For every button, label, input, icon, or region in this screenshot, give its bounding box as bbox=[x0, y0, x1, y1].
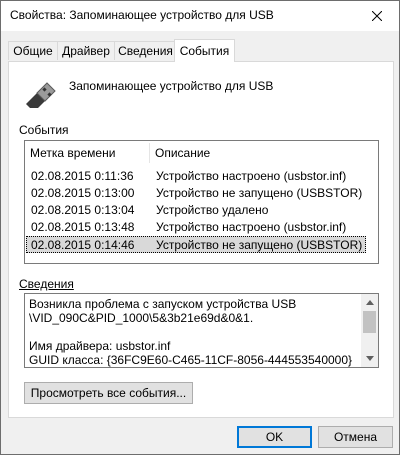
tab-label: Драйвер bbox=[62, 44, 110, 58]
event-time: 02.08.2015 0:13:00 bbox=[31, 186, 135, 200]
tab-driver[interactable]: Драйвер bbox=[57, 41, 115, 60]
tab-label: Сведения bbox=[118, 44, 173, 58]
button-label: Отмена bbox=[333, 430, 378, 444]
device-name: Запоминающее устройство для USB bbox=[69, 79, 274, 93]
scroll-up-icon bbox=[365, 300, 374, 305]
event-description: Устройство не запущено (USBSTOR) bbox=[156, 186, 363, 200]
event-row-selected[interactable]: 02.08.2015 0:14:46 Устройство не запущен… bbox=[26, 236, 366, 253]
tab-label: События bbox=[179, 44, 230, 58]
details-line: \VID_090C&PID_1000\5&3b21e69d&0&1. bbox=[29, 311, 254, 325]
event-description: Устройство не запущено (USBSTOR) bbox=[156, 238, 363, 252]
event-description: Устройство настроено (usbstor.inf) bbox=[156, 169, 347, 183]
event-time: 02.08.2015 0:14:46 bbox=[31, 238, 135, 252]
scroll-thumb[interactable] bbox=[363, 311, 376, 333]
details-group-label: Сведения bbox=[19, 277, 74, 291]
close-button[interactable] bbox=[355, 1, 399, 31]
details-blank-line bbox=[29, 325, 359, 339]
event-row[interactable]: 02.08.2015 0:13:48 Устройство настроено … bbox=[26, 218, 366, 235]
details-text: Возникла проблема с запуском устройства … bbox=[29, 297, 359, 367]
tab-events[interactable]: События bbox=[174, 39, 235, 62]
details-scrollbar[interactable] bbox=[361, 294, 378, 367]
title-bar[interactable]: Свойства: Запоминающее устройство для US… bbox=[1, 1, 399, 31]
cancel-button[interactable]: Отмена bbox=[318, 426, 393, 448]
event-time: 02.08.2015 0:13:48 bbox=[31, 220, 135, 234]
column-header-description[interactable]: Описание bbox=[150, 141, 375, 165]
events-list[interactable]: Метка времени Описание 02.08.2015 0:11:3… bbox=[24, 140, 379, 264]
column-header-label: Метка времени bbox=[30, 146, 116, 160]
event-description: Устройство настроено (usbstor.inf) bbox=[156, 220, 347, 234]
event-description: Устройство удалено bbox=[156, 203, 269, 217]
view-all-events-button[interactable]: Просмотреть все события... bbox=[24, 382, 193, 404]
usb-device-icon bbox=[26, 82, 56, 108]
column-header-timestamp[interactable]: Метка времени bbox=[25, 141, 154, 165]
event-row[interactable]: 02.08.2015 0:11:36 Устройство настроено … bbox=[26, 167, 366, 184]
tab-details[interactable]: Сведения bbox=[114, 41, 177, 60]
tab-label: Общие bbox=[13, 44, 53, 58]
event-time: 02.08.2015 0:13:04 bbox=[31, 203, 135, 217]
scroll-down-icon bbox=[365, 356, 374, 361]
scroll-down-button[interactable] bbox=[361, 350, 378, 367]
details-textbox[interactable]: Возникла проблема с запуском устройства … bbox=[24, 293, 379, 368]
event-row[interactable]: 02.08.2015 0:13:04 Устройство удалено bbox=[26, 201, 366, 218]
button-label: Просмотреть все события... bbox=[30, 386, 187, 400]
details-label-text: Сведения bbox=[19, 277, 74, 291]
events-group-label: События bbox=[19, 123, 69, 137]
properties-dialog: Свойства: Запоминающее устройство для US… bbox=[0, 0, 400, 455]
details-line: Имя драйвера: usbstor.inf bbox=[29, 339, 171, 353]
column-header-label: Описание bbox=[155, 146, 211, 160]
ok-button[interactable]: OK bbox=[237, 426, 312, 448]
tab-general[interactable]: Общие bbox=[8, 41, 58, 60]
event-row[interactable]: 02.08.2015 0:13:00 Устройство не запущен… bbox=[26, 184, 366, 201]
close-icon bbox=[372, 11, 382, 21]
button-label: OK bbox=[265, 430, 284, 444]
window-title: Свойства: Запоминающее устройство для US… bbox=[10, 8, 274, 22]
details-line: Возникла проблема с запуском устройства … bbox=[29, 297, 297, 311]
events-tab-panel: Запоминающее устройство для USB События … bbox=[8, 61, 394, 418]
event-time: 02.08.2015 0:11:36 bbox=[31, 169, 134, 183]
scroll-up-button[interactable] bbox=[361, 294, 378, 311]
tab-strip: Общие Драйвер Сведения События bbox=[8, 39, 394, 62]
details-line: GUID класса: {36FC9E60-C465-11CF-8056-44… bbox=[29, 353, 353, 367]
